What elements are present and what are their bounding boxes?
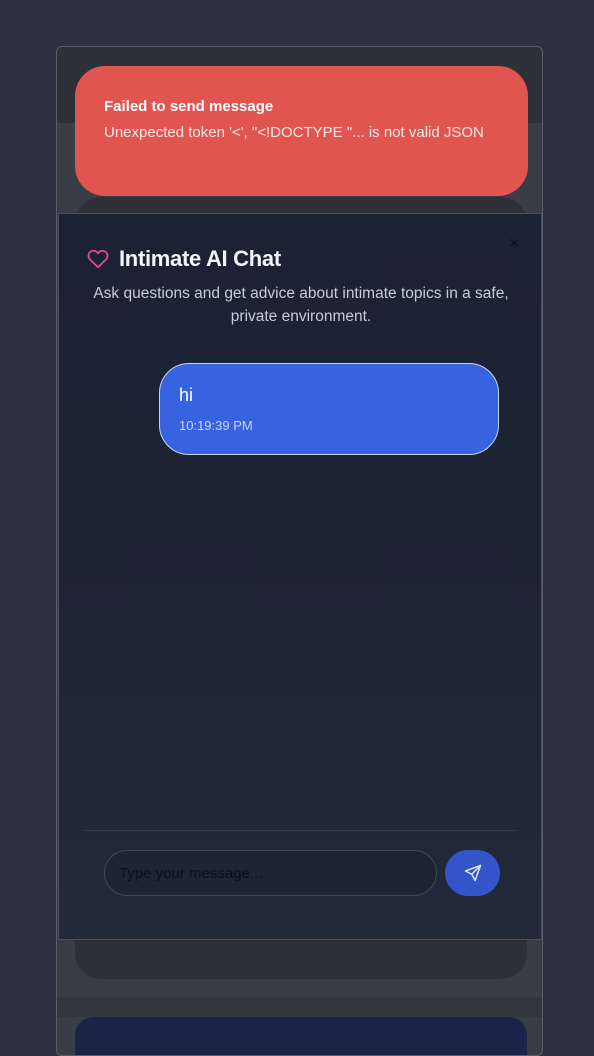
- background-card-bottom: [75, 1017, 527, 1055]
- user-message-bubble: hi 10:19:39 PM: [159, 363, 499, 455]
- send-icon: [464, 864, 481, 882]
- heart-icon: [87, 249, 109, 269]
- error-toast: Failed to send message Unexpected token …: [75, 66, 528, 196]
- modal-header: Intimate AI Chat: [87, 246, 281, 272]
- background-strip: [57, 997, 542, 1017]
- modal-title: Intimate AI Chat: [119, 246, 281, 271]
- chat-modal: × Intimate AI Chat Ask questions and get…: [58, 213, 542, 940]
- input-divider: [85, 830, 517, 831]
- message-input[interactable]: [104, 850, 437, 896]
- modal-subtitle: Ask questions and get advice about intim…: [93, 285, 509, 325]
- message-timestamp: 10:19:39 PM: [179, 418, 253, 433]
- send-button[interactable]: [445, 850, 500, 896]
- toast-title: Failed to send message: [104, 98, 274, 115]
- message-text: hi: [179, 385, 194, 405]
- close-button[interactable]: ×: [505, 234, 523, 252]
- toast-description: Unexpected token '<', "<!DOCTYPE "... is…: [104, 124, 484, 141]
